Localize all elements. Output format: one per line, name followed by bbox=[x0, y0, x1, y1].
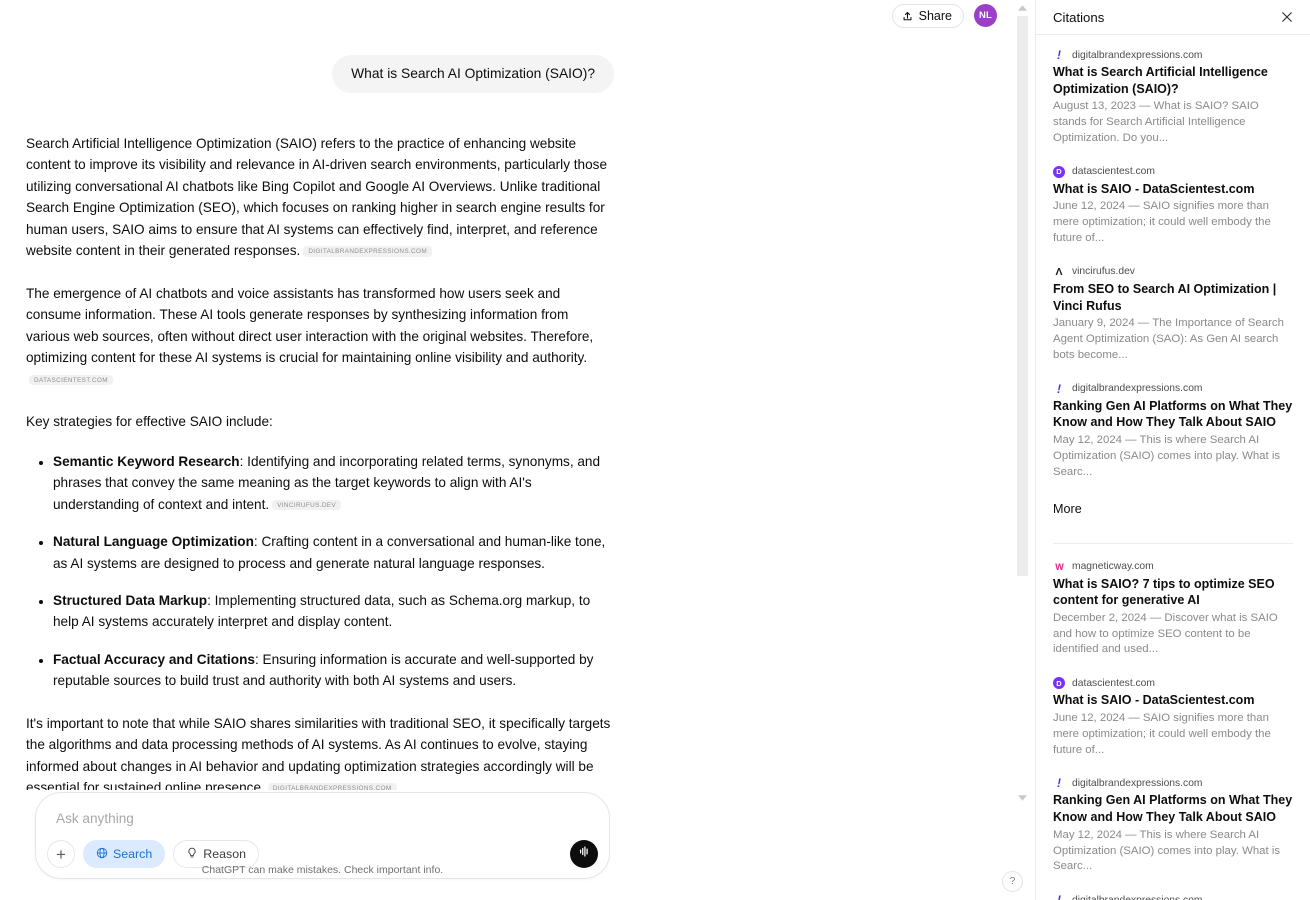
help-button[interactable]: ? bbox=[1002, 871, 1023, 892]
citation-domain: datascientest.com bbox=[1072, 677, 1155, 689]
digitalbrandexpressions-icon: ! bbox=[1053, 893, 1065, 900]
assistant-paragraph-2: The emergence of AI chatbots and voice a… bbox=[26, 283, 614, 390]
user-message-row: What is Search AI Optimization (SAIO)? bbox=[26, 55, 614, 93]
citation-domain: digitalbrandexpressions.com bbox=[1072, 383, 1203, 395]
citations-panel: Citations ! digitalbrandexpressions.com … bbox=[1035, 0, 1310, 900]
citation-item[interactable]: ! digitalbrandexpressions.com Ranking Ge… bbox=[1053, 776, 1293, 875]
datascientest-icon: D bbox=[1053, 165, 1065, 178]
citation-snippet: January 9, 2024 — The Importance of Sear… bbox=[1053, 317, 1284, 361]
citation-item[interactable]: D datascientest.com What is SAIO - DataS… bbox=[1053, 677, 1293, 758]
paragraph-2-text: The emergence of AI chatbots and voice a… bbox=[26, 285, 594, 366]
waveform-icon bbox=[577, 844, 592, 864]
citations-group-more: W magneticway.com What is SAIO? 7 tips t… bbox=[1053, 542, 1293, 900]
citation-domain: digitalbrandexpressions.com bbox=[1072, 49, 1203, 61]
citation-title: From SEO to Search AI Optimization | Vin… bbox=[1053, 281, 1277, 313]
list-item: Natural Language Optimization: Crafting … bbox=[53, 531, 614, 574]
citation-item[interactable]: W magneticway.com What is SAIO? 7 tips t… bbox=[1053, 560, 1293, 659]
citation-source: Λ vincirufus.dev bbox=[1053, 265, 1293, 278]
user-message-bubble: What is Search AI Optimization (SAIO)? bbox=[332, 55, 614, 93]
citation-source: ! digitalbrandexpressions.com bbox=[1053, 48, 1293, 62]
list-item: Semantic Keyword Research: Identifying a… bbox=[53, 451, 614, 515]
vincirufus-icon: Λ bbox=[1053, 265, 1065, 278]
strategy-term: Natural Language Optimization bbox=[53, 534, 254, 550]
magneticway-icon: W bbox=[1053, 560, 1065, 573]
citation-title: Ranking Gen AI Platforms on What They Kn… bbox=[1053, 398, 1293, 430]
conversation-content: What is Search AI Optimization (SAIO)? S… bbox=[26, 0, 614, 790]
citation-snippet: December 2, 2024 — Discover what is SAIO… bbox=[1053, 611, 1278, 656]
disclaimer-text: ChatGPT can make mistakes. Check importa… bbox=[201, 864, 444, 876]
citations-group-primary: ! digitalbrandexpressions.com What is Se… bbox=[1053, 35, 1293, 530]
citation-title: What is Search Artificial Intelligence O… bbox=[1053, 65, 1268, 96]
citation-item[interactable]: D datascientest.com What is SAIO - DataS… bbox=[1053, 165, 1293, 247]
strategy-term: Factual Accuracy and Citations bbox=[53, 651, 255, 667]
citation-snippet: May 12, 2024 — This is where Search AI O… bbox=[1053, 433, 1281, 478]
inline-citation-chip[interactable]: DIGITALBRANDEXPRESSIONS.COM bbox=[303, 246, 433, 258]
assistant-paragraph-1: Search Artificial Intelligence Optimizat… bbox=[26, 133, 614, 262]
citations-list[interactable]: ! digitalbrandexpressions.com What is Se… bbox=[1036, 35, 1310, 900]
citation-source: D datascientest.com bbox=[1053, 677, 1293, 690]
message-input[interactable]: Ask anything bbox=[56, 811, 134, 826]
paragraph-4-text: It's important to note that while SAIO s… bbox=[26, 715, 611, 790]
avatar[interactable]: NL bbox=[974, 4, 997, 27]
paragraph-1-text: Search Artificial Intelligence Optimizat… bbox=[26, 136, 608, 259]
citation-title: What is SAIO? 7 tips to optimize SEO con… bbox=[1053, 576, 1275, 608]
strategy-term: Semantic Keyword Research bbox=[53, 453, 240, 469]
citation-source: ! digitalbrandexpressions.com bbox=[1053, 382, 1293, 396]
list-item: Factual Accuracy and Citations: Ensuring… bbox=[53, 649, 614, 692]
conversation-scroll-area[interactable]: What is Search AI Optimization (SAIO)? S… bbox=[0, 0, 1010, 790]
reason-toggle-label: Reason bbox=[203, 847, 246, 861]
citation-snippet: May 12, 2024 — This is where Search AI O… bbox=[1053, 828, 1281, 873]
citation-title: What is SAIO - DataScientest.com bbox=[1053, 693, 1255, 708]
share-label: Share bbox=[918, 9, 952, 23]
citation-item[interactable]: Λ vincirufus.dev From SEO to Search AI O… bbox=[1053, 265, 1293, 364]
digitalbrandexpressions-icon: ! bbox=[1053, 48, 1065, 62]
digitalbrandexpressions-icon: ! bbox=[1053, 382, 1065, 396]
citation-item[interactable]: ! digitalbrandexpressions.com What is Se… bbox=[1053, 48, 1293, 147]
share-icon bbox=[902, 11, 913, 22]
main-scrollbar[interactable] bbox=[1015, 0, 1030, 805]
assistant-message: Search Artificial Intelligence Optimizat… bbox=[26, 133, 614, 790]
citations-title: Citations bbox=[1053, 9, 1105, 25]
datascientest-icon: D bbox=[1053, 677, 1065, 690]
assistant-paragraph-4: It's important to note that while SAIO s… bbox=[26, 713, 614, 790]
citations-header: Citations bbox=[1036, 0, 1310, 35]
citation-snippet: June 12, 2024 — SAIO signifies more than… bbox=[1053, 711, 1271, 756]
citation-source: ! digitalbrandexpressions.com bbox=[1053, 893, 1293, 900]
citation-source: W magneticway.com bbox=[1053, 560, 1293, 573]
citation-item[interactable]: ! digitalbrandexpressions.com AI-Proof Y… bbox=[1053, 893, 1293, 900]
more-citations-button[interactable]: More bbox=[1053, 500, 1293, 530]
scrollbar-thumb[interactable] bbox=[1017, 16, 1028, 576]
citation-source: ! digitalbrandexpressions.com bbox=[1053, 776, 1293, 790]
citation-domain: magneticway.com bbox=[1072, 561, 1154, 572]
citation-domain: datascientest.com bbox=[1072, 166, 1155, 178]
strategy-term: Structured Data Markup bbox=[53, 592, 208, 608]
globe-icon bbox=[96, 847, 108, 862]
citation-title: Ranking Gen AI Platforms on What They Kn… bbox=[1053, 793, 1293, 825]
scroll-down-arrow[interactable] bbox=[1015, 790, 1030, 805]
citation-snippet: August 13, 2023 — What is SAIO? SAIO sta… bbox=[1053, 100, 1259, 144]
close-icon[interactable] bbox=[1278, 8, 1296, 26]
search-toggle-label: Search bbox=[113, 847, 153, 861]
composer-wrap: Ask anything + Search Reason ChatGPT can… bbox=[35, 792, 610, 879]
lightbulb-icon bbox=[186, 847, 198, 862]
citation-snippet: June 12, 2024 — SAIO signifies more than… bbox=[1053, 200, 1271, 245]
chat-column: Share NL What is Search AI Optimization … bbox=[0, 0, 1035, 900]
top-bar: Share NL bbox=[0, 0, 1035, 46]
digitalbrandexpressions-icon: ! bbox=[1053, 776, 1065, 790]
list-item: Structured Data Markup: Implementing str… bbox=[53, 590, 614, 633]
citation-title: What is SAIO - DataScientest.com bbox=[1053, 181, 1255, 196]
strategies-list: Semantic Keyword Research: Identifying a… bbox=[26, 451, 614, 692]
citation-domain: digitalbrandexpressions.com bbox=[1072, 777, 1203, 789]
citation-item[interactable]: ! digitalbrandexpressions.com Ranking Ge… bbox=[1053, 382, 1293, 481]
citation-domain: digitalbrandexpressions.com bbox=[1072, 895, 1203, 900]
inline-citation-chip[interactable]: VINCIRUFUS.DEV bbox=[272, 499, 342, 511]
inline-citation-chip[interactable]: DATASCIENTEST.COM bbox=[29, 374, 113, 386]
assistant-paragraph-3: Key strategies for effective SAIO includ… bbox=[26, 414, 273, 430]
citation-domain: vincirufus.dev bbox=[1072, 266, 1135, 278]
citation-source: D datascientest.com bbox=[1053, 165, 1293, 178]
share-button[interactable]: Share bbox=[891, 4, 964, 28]
chatgpt-window: Share NL What is Search AI Optimization … bbox=[0, 0, 1310, 900]
inline-citation-chip[interactable]: DIGITALBRANDEXPRESSIONS.COM bbox=[267, 783, 397, 790]
